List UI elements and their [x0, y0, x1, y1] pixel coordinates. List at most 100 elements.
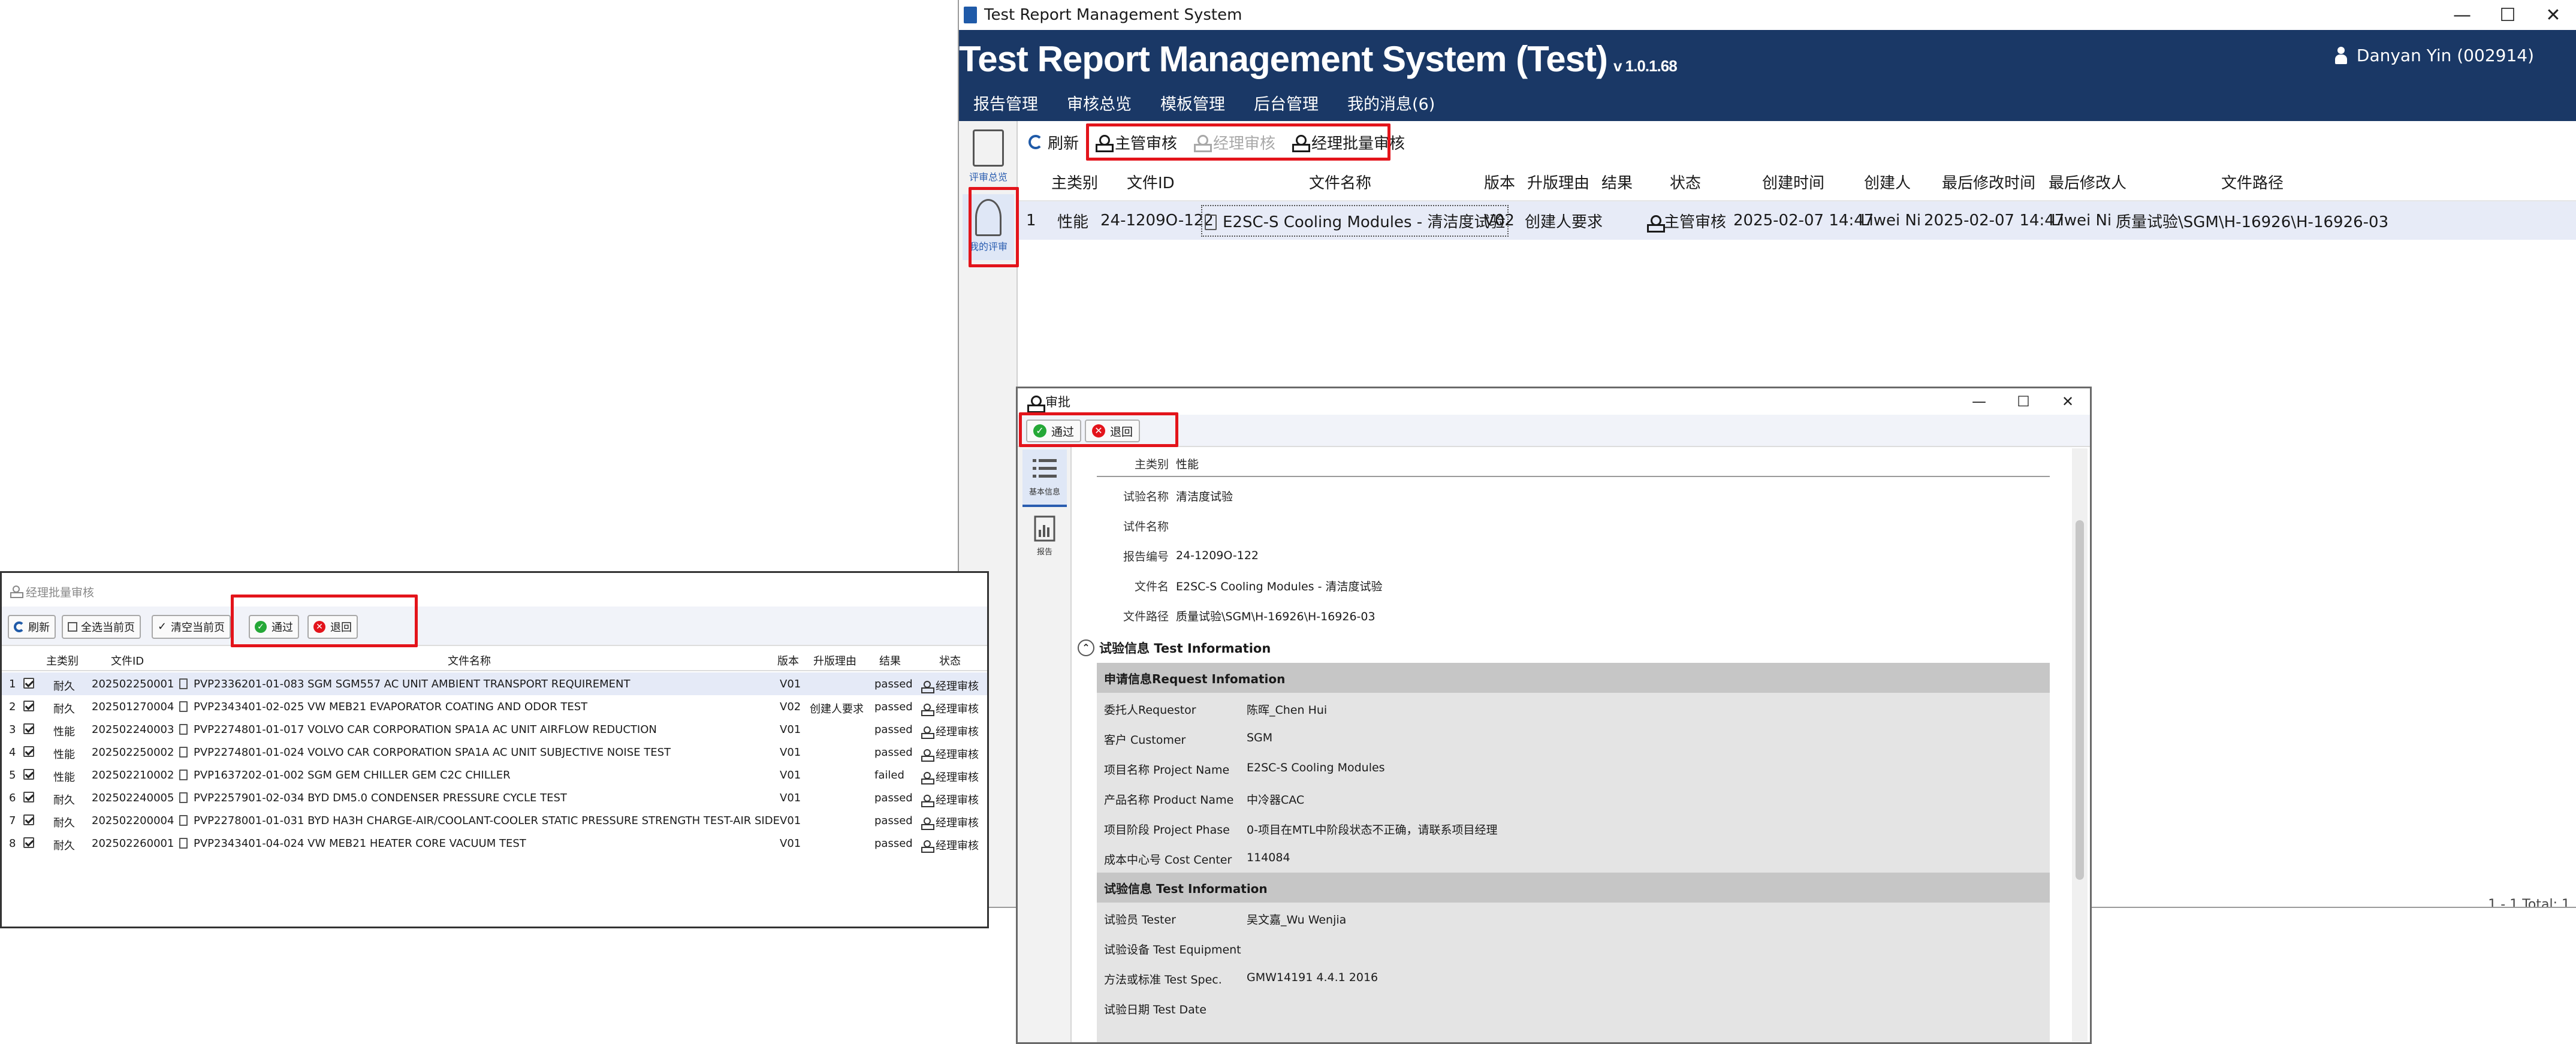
maximize-icon[interactable]: ☐: [2485, 0, 2530, 30]
table-row[interactable]: 2 耐久 202501270004 PVP2343401-02-025 VW M…: [2, 695, 987, 718]
pass-label: 通过: [1051, 425, 1075, 439]
stamp-icon: [921, 817, 934, 830]
cell-status: 经理审核: [921, 792, 979, 807]
side-nav-review-overview[interactable]: 评审总览: [963, 125, 1014, 191]
menu-item-report-management[interactable]: 报告管理: [973, 91, 1038, 114]
column-header[interactable]: 最后修改人: [2049, 171, 2126, 193]
x-circle-icon: ✕: [1092, 424, 1105, 437]
column-header[interactable]: 主类别: [46, 653, 79, 668]
menu-item-my-messages[interactable]: 我的消息(6): [1347, 91, 1435, 114]
dialog-scrollbar[interactable]: [2072, 448, 2088, 1042]
return-button[interactable]: ✕ 退回: [307, 615, 358, 639]
table-row[interactable]: 7 耐久 202502200004 PVP2278001-01-031 BYD …: [2, 809, 987, 832]
column-header[interactable]: 版本: [777, 653, 799, 668]
row-checkbox[interactable]: [23, 769, 34, 783]
column-header[interactable]: 主类别: [1051, 171, 1098, 193]
column-header[interactable]: 升版理由: [813, 653, 856, 668]
minimize-icon[interactable]: —: [1957, 388, 2001, 415]
cell-version: V02: [1484, 212, 1515, 230]
grid-status-footer: 1 - 1 Total: 1: [2488, 897, 2570, 908]
column-header[interactable]: 文件路径: [2221, 171, 2284, 193]
row-checkbox[interactable]: [23, 678, 34, 692]
scrollbar-thumb[interactable]: [2076, 520, 2084, 880]
manager-batch-review-button[interactable]: 经理批量审核: [1292, 131, 1405, 153]
stamp-icon: [1292, 135, 1311, 152]
info-value: 陈晖_Chen Hui: [1247, 704, 1328, 717]
status-text: 主管审核: [1664, 213, 1727, 231]
menu-item-review-overview[interactable]: 审核总览: [1067, 91, 1132, 114]
refresh-button[interactable]: 刷新: [8, 615, 56, 639]
column-header[interactable]: 状态: [939, 653, 961, 668]
return-button[interactable]: ✕ 退回: [1085, 420, 1141, 442]
cell-version: V01: [780, 678, 801, 690]
cell-file-name[interactable]: E2SC-S Cooling Modules - 清洁度试验: [1201, 204, 1509, 237]
side-nav-my-review[interactable]: 我的评审: [963, 194, 1014, 260]
field-value: 性能: [1176, 457, 1199, 471]
pass-button[interactable]: ✓ 通过: [249, 615, 299, 639]
row-checkbox[interactable]: [23, 814, 34, 828]
info-key: 产品名称 Product Name: [1104, 793, 1234, 807]
column-header[interactable]: 升版理由: [1527, 171, 1589, 193]
cell-category: 耐久: [53, 840, 75, 852]
list-icon: [1031, 455, 1058, 482]
menu-item-template-management[interactable]: 模板管理: [1160, 91, 1225, 114]
row-checkbox[interactable]: [23, 837, 34, 851]
return-label: 退回: [330, 621, 352, 634]
column-header[interactable]: 文件ID: [1127, 171, 1175, 193]
stamp-icon: [921, 704, 934, 716]
info-key: 客户 Customer: [1104, 734, 1186, 747]
clear-page-button[interactable]: ✓ 清空当前页: [152, 615, 231, 639]
maximize-icon[interactable]: ☐: [2001, 388, 2046, 415]
table-row[interactable]: 6 耐久 202502240005 PVP2257901-02-034 BYD …: [2, 786, 987, 809]
cell-file-name: PVP2257901-02-034 BYD DM5.0 CONDENSER PR…: [179, 792, 567, 804]
file-name-text: E2SC-S Cooling Modules - 清洁度试验: [1223, 213, 1506, 231]
column-header[interactable]: 状态: [1670, 171, 1701, 193]
table-row[interactable]: 8 耐久 202502260001 PVP2343401-04-024 VW M…: [2, 832, 987, 855]
table-row[interactable]: 1 耐久 202502250001 PVP2336201-01-083 SGM …: [2, 672, 987, 695]
supervisor-review-button[interactable]: 主管审核: [1096, 131, 1177, 153]
close-icon[interactable]: ✕: [2046, 388, 2090, 415]
pass-button[interactable]: ✓ 通过: [1026, 420, 1082, 442]
close-icon[interactable]: ✕: [2530, 0, 2576, 30]
row-checkbox[interactable]: [23, 792, 34, 805]
app-icon: [964, 7, 977, 23]
table-row[interactable]: 1 性能 24-1209O-122 E2SC-S Cooling Modules…: [1019, 201, 2576, 240]
column-header[interactable]: 文件名称: [1309, 171, 1371, 193]
column-header[interactable]: 创建时间: [1762, 171, 1824, 193]
stamp-icon: [1647, 215, 1665, 233]
column-header[interactable]: 版本: [1484, 171, 1515, 193]
table-row[interactable]: 3 性能 202502240003 PVP2274801-01-017 VOLV…: [2, 718, 987, 741]
refresh-icon: [14, 621, 25, 632]
column-header[interactable]: 结果: [1601, 171, 1633, 193]
select-page-button[interactable]: 全选当前页: [62, 615, 141, 639]
row-checkbox[interactable]: [23, 746, 34, 760]
menu-item-backend-management[interactable]: 后台管理: [1254, 91, 1319, 114]
refresh-button[interactable]: 刷新: [1028, 131, 1079, 153]
column-header[interactable]: 文件ID: [111, 653, 144, 668]
field-value: E2SC-S Cooling Modules - 清洁度试验: [1176, 580, 1383, 593]
collapse-icon[interactable]: ⌃: [1078, 639, 1094, 656]
info-row: 项目名称 Project Name E2SC-S Cooling Modules: [1097, 753, 2050, 783]
user-info[interactable]: Danyan Yin (002914): [2334, 46, 2534, 65]
minimize-icon[interactable]: —: [2439, 0, 2485, 30]
table-row[interactable]: 4 性能 202502250002 PVP2274801-01-024 VOLV…: [2, 741, 987, 764]
cell-category: 耐久: [53, 794, 75, 807]
cell-file-id: 202502210002: [92, 769, 174, 782]
column-header[interactable]: 创建人: [1864, 171, 1911, 193]
row-checkbox[interactable]: [23, 701, 34, 714]
info-value: 0-项目在MTL中阶段状态不正确，请联系项目经理: [1247, 823, 1498, 837]
cell-result: passed: [874, 792, 913, 804]
column-header[interactable]: 结果: [879, 653, 901, 668]
refresh-icon: [1028, 135, 1043, 149]
column-header[interactable]: 最后修改时间: [1942, 171, 2035, 193]
section-test-information[interactable]: ⌃ 试验信息 Test Information: [1073, 633, 1271, 663]
row-checkbox[interactable]: [23, 723, 34, 737]
cell-file-id: 202502250001: [92, 678, 174, 690]
column-header[interactable]: 文件名称: [448, 653, 491, 668]
manager-review-button[interactable]: 经理审核: [1194, 131, 1275, 153]
table-row[interactable]: 5 性能 202502210002 PVP1637202-01-002 SGM …: [2, 764, 987, 786]
cell-category: 性能: [53, 749, 75, 761]
nav-report[interactable]: 报告: [1022, 509, 1067, 567]
nav-basic-info[interactable]: 基本信息: [1022, 449, 1067, 507]
stamp-icon: [921, 772, 934, 784]
